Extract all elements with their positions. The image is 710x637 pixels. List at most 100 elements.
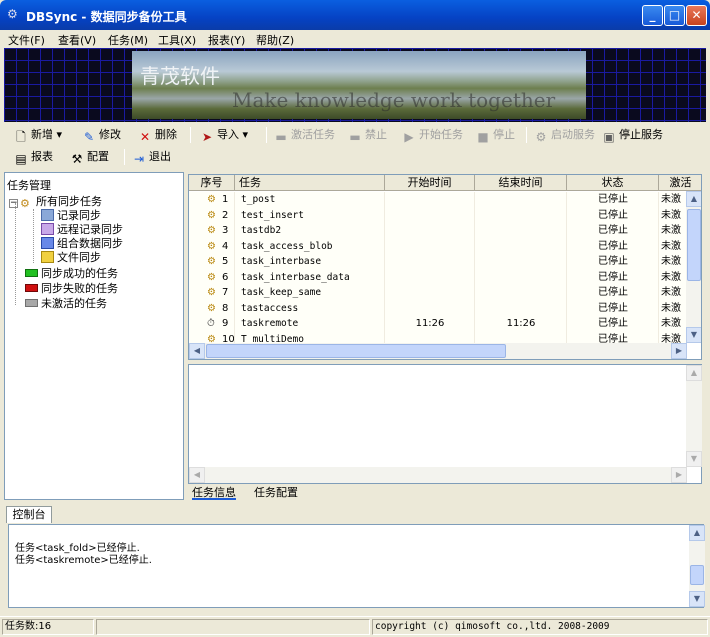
column-header-active[interactable]: 激活 [659, 175, 701, 191]
cell-task: test_insert [241, 209, 304, 221]
menu-tools[interactable]: 工具(X) [158, 32, 196, 48]
column-header-start-time[interactable]: 开始时间 [385, 175, 475, 191]
stop-button[interactable]: ■ 停止 [476, 126, 515, 144]
cell-status: 已停止 [598, 194, 628, 205]
tab-task-info[interactable]: 任务信息 [192, 486, 236, 500]
table-row[interactable]: ⚙ 3 tastdb2 已停止 未激 [189, 223, 687, 239]
tree-item-success-tasks[interactable]: 同步成功的任务 [25, 267, 118, 281]
task-gear-icon: ⚙ [207, 240, 216, 252]
config-button[interactable]: ⚒ 配置 [70, 148, 109, 166]
report-button[interactable]: ▤ 报表 [14, 148, 53, 166]
table-row[interactable]: ⚙ 1 t_post 已停止 未激 [189, 192, 687, 208]
tab-task-config[interactable]: 任务配置 [254, 486, 298, 500]
cell-start: 11:26 [415, 318, 445, 329]
toolbar-main: 🗋 新增 ▾ ✎ 修改 ✕ 删除 ➤ 导入 ▾ ▬ 激活任务 ▬ 禁止 ▶ 开始任务 ■ 停止 … [4, 124, 706, 146]
cell-active: 未激 [661, 271, 681, 283]
activate-icon: ▬ [275, 130, 287, 144]
scroll-up-icon[interactable]: ▲ [686, 365, 702, 381]
config-tools-icon: ⚒ [71, 152, 83, 166]
column-header-status[interactable]: 状态 [567, 175, 659, 191]
import-button[interactable]: ➤ 导入 ▾ [200, 126, 248, 144]
task-gear-icon: ⚙ [207, 256, 216, 267]
tree-item-inactive-tasks[interactable]: 未激活的任务 [25, 297, 107, 311]
table-row[interactable]: ⚙ 7 task_keep_same 已停止 未激 [189, 285, 687, 301]
cell-task: task_interbase_data [241, 271, 350, 283]
scroll-right-icon[interactable]: ▶ [671, 343, 687, 359]
tree-item-file-sync[interactable]: 文件同步 [41, 251, 101, 265]
detail-vertical-scrollbar[interactable]: ▲ ▼ [686, 365, 702, 467]
collapse-toggle-icon[interactable]: − [9, 199, 18, 208]
menu-file[interactable]: 文件(F) [8, 32, 45, 48]
exit-door-icon: ⇥ [133, 152, 145, 166]
play-icon: ▶ [404, 130, 414, 144]
scroll-left-icon[interactable]: ◀ [189, 343, 205, 359]
menu-bar: 文件(F) 查看(V) 任务(M) 工具(X) 报表(Y) 帮助(Z) [0, 30, 710, 48]
banner: 青茂软件 Make knowledge work together [4, 48, 706, 122]
tasks-folder-icon: ⚙ [20, 197, 30, 210]
column-header-no[interactable]: 序号 [189, 175, 235, 191]
scroll-up-icon[interactable]: ▲ [686, 191, 701, 207]
title-bar[interactable]: ⚙ DBSync - 数据同步备份工具 _ □ ✕ [0, 0, 710, 30]
tree-root-all-tasks[interactable]: − ⚙ 所有同步任务 [9, 195, 102, 210]
menu-report[interactable]: 报表(Y) [208, 32, 245, 48]
gear-icon: ⚙ [7, 7, 18, 21]
tree-item-remote-record-sync[interactable]: 远程记录同步 [41, 223, 123, 237]
cell-active: 未激 [661, 318, 681, 329]
delete-button[interactable]: ✕ 删除 [138, 126, 177, 144]
status-panel-empty [96, 619, 370, 635]
tab-console[interactable]: 控制台 [6, 506, 52, 523]
tree-item-failed-tasks[interactable]: 同步失败的任务 [25, 282, 118, 296]
activate-task-button[interactable]: ▬ 激活任务 [274, 126, 335, 144]
scroll-down-icon[interactable]: ▼ [686, 327, 701, 343]
table-row[interactable]: ⚙ 2 test_insert 已停止 未激 [189, 207, 687, 224]
scroll-thumb[interactable] [690, 565, 704, 585]
scroll-left-icon[interactable]: ◀ [189, 467, 205, 483]
start-task-button[interactable]: ▶ 开始任务 [402, 126, 463, 144]
exit-button[interactable]: ⇥ 退出 [132, 148, 171, 166]
console-vertical-scrollbar[interactable]: ▲ ▼ [689, 525, 705, 607]
scroll-down-icon[interactable]: ▼ [686, 451, 702, 467]
toolbar-secondary: ▤ 报表 ⚒ 配置 ⇥ 退出 [4, 146, 706, 168]
table-row[interactable]: ⚙ 6 task_interbase_data 已停止 未激 [189, 269, 687, 285]
minimize-button[interactable]: _ [642, 5, 663, 26]
scroll-thumb[interactable] [206, 344, 506, 358]
column-header-task[interactable]: 任务 [235, 175, 385, 191]
cell-task: task_access_blob [241, 240, 333, 252]
scroll-up-icon[interactable]: ▲ [689, 525, 705, 541]
new-button[interactable]: 🗋 新增 ▾ [14, 126, 62, 144]
cell-status: 已停止 [598, 271, 628, 283]
menu-task[interactable]: 任务(M) [108, 32, 148, 48]
cell-active: 未激 [661, 209, 681, 221]
table-row[interactable]: ⚙ 8 tastaccess 已停止 未激 [189, 300, 687, 317]
task-detail-panel: ▲ ▼ ◀ ▶ [188, 364, 702, 484]
table-vertical-scrollbar[interactable]: ▲ ▼ [686, 191, 701, 343]
cell-status: 已停止 [598, 256, 628, 267]
edit-button[interactable]: ✎ 修改 [82, 126, 121, 144]
table-row[interactable]: ⚙ 5 task_interbase 已停止 未激 [189, 254, 687, 270]
new-document-icon: 🗋 [16, 130, 26, 144]
table-row[interactable]: ⏱ 9 taskremote 11:26 11:26 已停止 未激 [189, 316, 687, 332]
stop-service-button[interactable]: ▣ 停止服务 [602, 126, 663, 144]
task-gear-icon: ⚙ [207, 271, 216, 283]
tree-item-record-sync[interactable]: 记录同步 [41, 209, 101, 223]
tree-item-combined-data-sync[interactable]: 组合数据同步 [41, 237, 123, 251]
close-button[interactable]: ✕ [686, 5, 707, 26]
detail-horizontal-scrollbar[interactable]: ◀ ▶ [189, 467, 687, 483]
maximize-button[interactable]: □ [664, 5, 685, 26]
menu-help[interactable]: 帮助(Z) [256, 32, 294, 48]
column-header-end-time[interactable]: 结束时间 [475, 175, 567, 191]
menu-view[interactable]: 查看(V) [58, 32, 96, 48]
scroll-right-icon[interactable]: ▶ [671, 467, 687, 483]
table-horizontal-scrollbar[interactable]: ◀ ▶ [189, 343, 687, 359]
cell-end [475, 192, 567, 208]
record-sync-icon [41, 209, 54, 221]
delete-x-icon: ✕ [139, 130, 151, 144]
scroll-down-icon[interactable]: ▼ [689, 591, 705, 607]
start-service-button[interactable]: ⚙ 启动服务 [534, 126, 595, 144]
cell-start [385, 301, 475, 317]
disable-button[interactable]: ▬ 禁止 [348, 126, 387, 144]
cell-start [385, 208, 475, 224]
service-gear-icon: ⚙ [535, 130, 547, 144]
table-row[interactable]: ⚙ 4 task_access_blob 已停止 未激 [189, 238, 687, 254]
scroll-thumb[interactable] [687, 209, 701, 281]
